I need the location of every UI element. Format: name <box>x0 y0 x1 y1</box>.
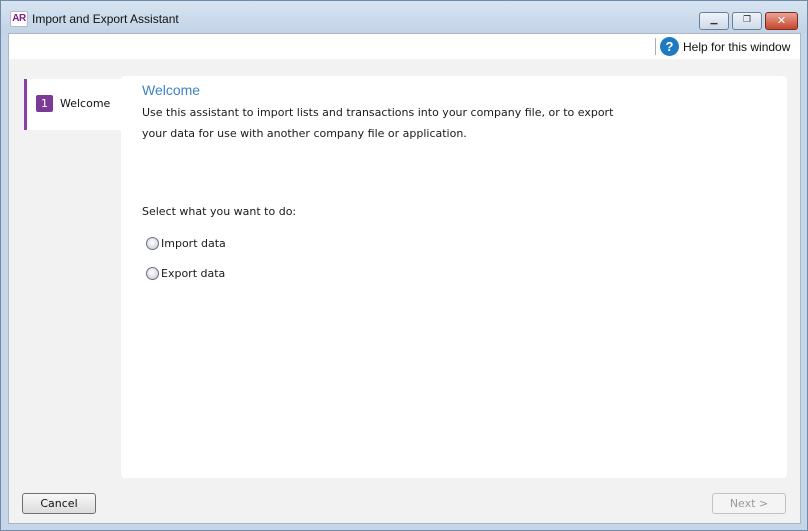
cancel-button[interactable]: Cancel <box>22 493 96 514</box>
app-logo-icon: AR <box>10 11 28 27</box>
import-data-option[interactable]: Import data <box>146 235 226 251</box>
export-data-option[interactable]: Export data <box>146 265 225 281</box>
window-client-area: ? Help for this window 1 Welcome Welcome… <box>8 33 801 524</box>
step-item-welcome: 1 Welcome <box>24 79 122 130</box>
intro-text-line-2: your data for use with another company f… <box>142 127 467 140</box>
minimize-button[interactable]: ▁ <box>699 12 729 30</box>
question-icon[interactable]: ? <box>660 37 679 56</box>
window-title: Import and Export Assistant <box>32 12 179 26</box>
import-data-radio[interactable] <box>146 236 159 250</box>
step-number-badge: 1 <box>36 95 53 112</box>
help-bar: ? Help for this window <box>9 34 800 59</box>
import-export-window: AR Import and Export Assistant ▁ ❐ ✕ ? H… <box>0 0 808 531</box>
help-for-this-window-link[interactable]: Help for this window <box>683 40 790 54</box>
close-button[interactable]: ✕ <box>765 12 798 30</box>
maximize-button[interactable]: ❐ <box>732 12 762 30</box>
step-label: Welcome <box>60 97 111 110</box>
help-separator <box>655 38 656 55</box>
welcome-panel: Welcome Use this assistant to import lis… <box>121 76 787 478</box>
export-data-radio[interactable] <box>146 266 159 280</box>
action-prompt: Select what you want to do: <box>142 205 297 218</box>
export-data-label[interactable]: Export data <box>161 267 225 280</box>
next-button[interactable]: Next > <box>712 493 786 514</box>
title-bar[interactable]: AR Import and Export Assistant ▁ ❐ ✕ <box>1 1 807 33</box>
import-data-label[interactable]: Import data <box>161 237 226 250</box>
page-title: Welcome <box>142 82 201 98</box>
intro-text-line-1: Use this assistant to import lists and t… <box>142 106 614 119</box>
